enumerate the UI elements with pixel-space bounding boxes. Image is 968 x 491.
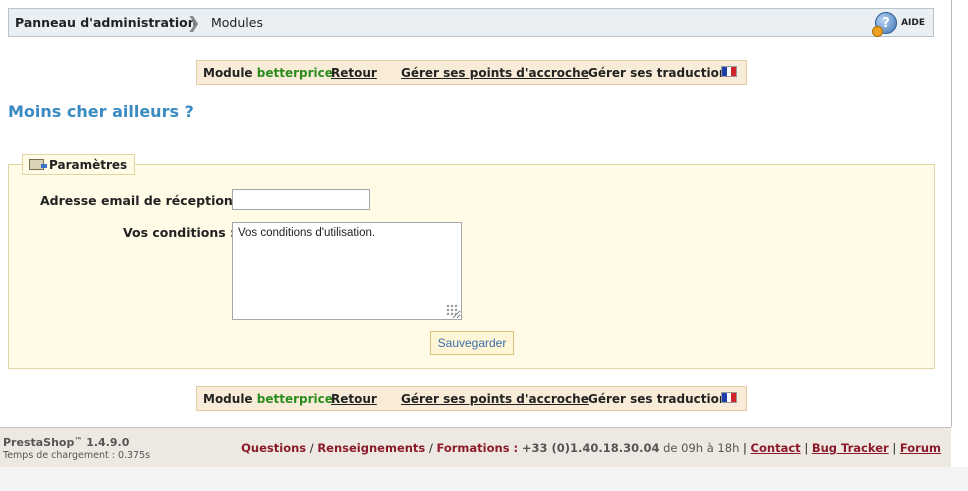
contact-link[interactable]: Contact — [751, 441, 801, 455]
french-flag-icon[interactable] — [721, 392, 737, 403]
module-toolbar-bottom: Module betterprice Retour Gérer ses poin… — [196, 386, 747, 411]
window-right-edge — [951, 0, 968, 427]
manage-translations-label: Gérer ses traductions — [588, 66, 735, 80]
gear-icon — [872, 26, 884, 37]
save-button[interactable]: Sauvegarder — [430, 331, 514, 355]
help-label: AIDE — [901, 18, 925, 28]
forum-link[interactable]: Forum — [900, 441, 941, 455]
back-link[interactable]: Retour — [331, 392, 377, 406]
help-button[interactable]: ? AIDE — [872, 12, 925, 37]
footer: PrestaShop™ 1.4.9.0 Temps de chargement … — [0, 427, 951, 467]
conditions-textarea[interactable]: Vos conditions d'utilisation. — [232, 222, 462, 320]
module-name: betterprice — [256, 392, 333, 406]
manage-hooks-link[interactable]: Gérer ses points d'accroche — [401, 392, 589, 406]
email-label: Adresse email de réception : — [40, 193, 243, 208]
settings-icon — [29, 159, 47, 170]
module-name: betterprice — [256, 66, 333, 80]
version-info: PrestaShop™ 1.4.9.0 — [3, 436, 130, 449]
page-title: Moins cher ailleurs ? — [8, 102, 194, 121]
resize-grip-icon[interactable] — [446, 304, 458, 316]
opening-hours: de 09h à 18h — [663, 441, 740, 455]
footer-links: Questions / Renseignements / Formations … — [241, 441, 941, 455]
module-toolbar-top: Module betterprice Retour Gérer ses poin… — [196, 60, 747, 85]
breadcrumb-chevron-icon: ❯ — [187, 13, 201, 32]
module-prefix: Module betterprice — [203, 66, 333, 80]
load-time: Temps de chargement : 0.375s — [3, 450, 151, 461]
questions-label: Questions — [241, 441, 307, 455]
settings-legend-label: Paramètres — [49, 157, 128, 172]
breadcrumb-current: Modules — [211, 15, 263, 30]
training-label: Formations : — [436, 441, 519, 455]
conditions-label: Vos conditions : — [123, 225, 236, 240]
help-icon: ? — [872, 12, 898, 37]
breadcrumb: Panneau d'administration ❯ Modules ? AID… — [8, 8, 934, 37]
manage-hooks-link[interactable]: Gérer ses points d'accroche — [401, 66, 589, 80]
breadcrumb-home[interactable]: Panneau d'administration — [15, 15, 197, 30]
info-label: Renseignements — [317, 441, 426, 455]
email-field[interactable] — [232, 189, 370, 210]
bug-tracker-link[interactable]: Bug Tracker — [812, 441, 889, 455]
back-link[interactable]: Retour — [331, 66, 377, 80]
page-bottom — [0, 467, 968, 491]
module-prefix: Module betterprice — [203, 392, 333, 406]
manage-translations-label: Gérer ses traductions — [588, 392, 735, 406]
french-flag-icon[interactable] — [721, 66, 737, 77]
settings-legend: Paramètres — [22, 154, 136, 175]
phone-number: +33 (0)1.40.18.30.04 — [521, 441, 660, 455]
